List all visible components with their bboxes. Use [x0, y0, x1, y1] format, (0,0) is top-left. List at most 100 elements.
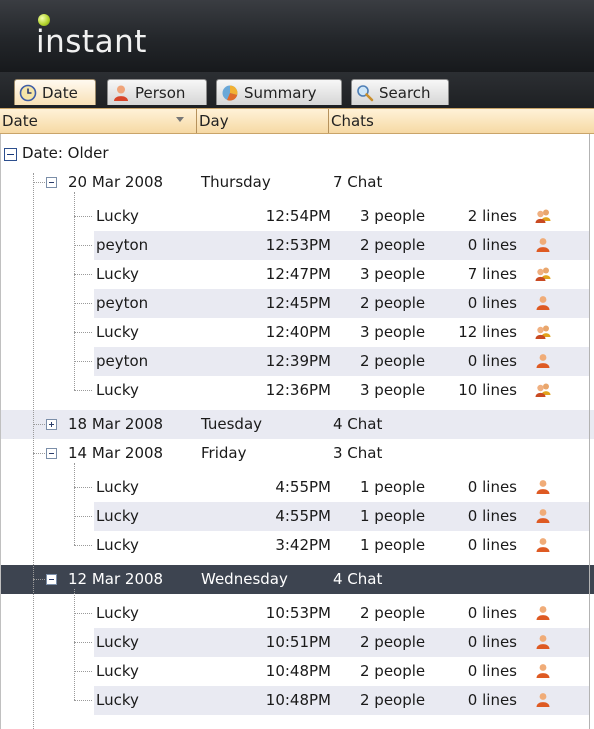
chat-contact-name: peyton — [96, 294, 149, 312]
person-icon — [114, 85, 128, 101]
date-group-row[interactable]: 20 Mar 2008 Thursday 7 Chat — [0, 168, 594, 197]
chat-contact-name: peyton — [96, 236, 149, 254]
person-icon — [536, 693, 550, 707]
tree-root-label: Date: Older — [22, 144, 109, 162]
tree-connector-v — [74, 589, 75, 700]
group-date: 12 Mar 2008 — [68, 570, 164, 588]
chat-line-count: 7 lines — [467, 265, 517, 283]
chat-row[interactable]: peyton 12:45PM 2 people 0 lines — [94, 289, 589, 318]
tree-connector-h — [74, 700, 92, 701]
chat-time: 12:54PM — [265, 207, 331, 225]
chat-time: 3:42PM — [275, 536, 331, 554]
chat-row[interactable]: Lucky 10:48PM 2 people 0 lines — [94, 686, 589, 715]
chat-row[interactable]: Lucky 10:53PM 2 people 0 lines — [94, 599, 589, 628]
chat-row[interactable]: peyton 12:53PM 2 people 0 lines — [94, 231, 589, 260]
collapse-icon[interactable] — [46, 448, 57, 459]
clock-icon — [19, 84, 37, 101]
chat-time: 12:45PM — [265, 294, 331, 312]
tree-connector-h — [74, 303, 92, 304]
column-day[interactable]: Day — [196, 109, 328, 133]
chat-contact-name: Lucky — [96, 633, 139, 651]
tree-connector-h — [74, 642, 92, 643]
chat-contact-name: Lucky — [96, 691, 139, 709]
chat-row[interactable]: Lucky 12:54PM 3 people 2 lines — [94, 202, 589, 231]
chat-row[interactable]: Lucky 4:55PM 1 people 0 lines — [94, 502, 589, 531]
tab-date[interactable]: Date — [14, 79, 96, 105]
chat-line-count: 0 lines — [467, 236, 517, 254]
tree-connector-v — [74, 192, 75, 390]
chat-time: 10:48PM — [265, 662, 331, 680]
chat-people-count: 1 people — [360, 507, 426, 525]
chat-contact-name: Lucky — [96, 265, 139, 283]
tab-label: Search — [379, 83, 431, 102]
chat-line-count: 0 lines — [467, 352, 517, 370]
chat-contact-name: Lucky — [96, 507, 139, 525]
group-date: 20 Mar 2008 — [68, 173, 164, 191]
date-group-row[interactable]: 14 Mar 2008 Friday 3 Chat — [0, 439, 594, 468]
chat-people-count: 2 people — [360, 236, 426, 254]
person-icon — [536, 354, 550, 368]
group-chat-count: 4 Chat — [333, 570, 383, 588]
column-chats[interactable]: Chats — [328, 109, 594, 133]
chat-row[interactable]: Lucky 4:55PM 1 people 0 lines — [94, 473, 589, 502]
chat-row[interactable]: peyton 12:39PM 2 people 0 lines — [94, 347, 589, 376]
chat-row[interactable]: Lucky 12:47PM 3 people 7 lines — [94, 260, 589, 289]
person-icon — [536, 664, 550, 678]
person-icon — [536, 238, 550, 252]
date-group-row[interactable]: 12 Mar 2008 Wednesday 4 Chat — [0, 565, 594, 594]
person-icon — [536, 480, 550, 494]
chat-people-count: 1 people — [360, 536, 426, 554]
chat-people-count: 3 people — [360, 265, 426, 283]
chat-row[interactable]: Lucky 10:51PM 2 people 0 lines — [94, 628, 589, 657]
chat-people-count: 2 people — [360, 604, 426, 622]
tab-label: Person — [135, 83, 186, 102]
tree-connector-group — [33, 579, 45, 580]
person-icon — [536, 296, 550, 310]
tree-connector-h — [74, 332, 92, 333]
collapse-icon[interactable] — [46, 177, 57, 188]
tab-person[interactable]: Person — [107, 79, 207, 105]
tree-connector-h — [74, 274, 92, 275]
group-date: 18 Mar 2008 — [68, 415, 164, 433]
tree-connector-group — [33, 453, 45, 454]
summary-icon — [222, 85, 238, 101]
column-date[interactable]: Date — [0, 109, 196, 133]
chat-row[interactable]: Lucky 3:42PM 1 people 0 lines — [94, 531, 589, 560]
tree-connector-h — [74, 216, 92, 217]
chat-line-count: 0 lines — [467, 604, 517, 622]
chat-time: 10:51PM — [265, 633, 331, 651]
title-bar: instant — [0, 0, 594, 72]
person-icon — [536, 509, 550, 523]
group-icon — [535, 209, 551, 223]
chat-line-count: 0 lines — [467, 662, 517, 680]
chat-row[interactable]: Lucky 10:48PM 2 people 0 lines — [94, 657, 589, 686]
tab-label: Summary — [244, 83, 317, 102]
collapse-icon[interactable] — [46, 574, 57, 585]
chat-time: 12:39PM — [265, 352, 331, 370]
tab-summary[interactable]: Summary — [216, 79, 342, 105]
chat-people-count: 3 people — [360, 381, 426, 399]
chat-contact-name: Lucky — [96, 323, 139, 341]
tab-search[interactable]: Search — [351, 79, 449, 105]
chat-people-count: 3 people — [360, 207, 426, 225]
chat-row[interactable]: Lucky 12:40PM 3 people 12 lines — [94, 318, 589, 347]
group-icon — [535, 325, 551, 339]
tree-connector-h — [74, 390, 92, 391]
right-frame-border — [589, 134, 590, 729]
group-day: Friday — [201, 444, 247, 462]
chat-contact-name: Lucky — [96, 604, 139, 622]
tree-connector-h — [74, 516, 92, 517]
chat-time: 12:36PM — [265, 381, 331, 399]
expand-icon[interactable] — [46, 419, 57, 430]
tree-root-row[interactable]: Date: Older — [0, 139, 594, 168]
app-logo: instant — [36, 24, 147, 60]
chat-time: 12:47PM — [265, 265, 331, 283]
tree-connector-group — [33, 182, 45, 183]
chat-time: 4:55PM — [275, 507, 331, 525]
chat-tree: Date: Older 20 Mar 2008 Thursday 7 Chat Luck… — [0, 134, 594, 729]
date-group-row[interactable]: 18 Mar 2008 Tuesday 4 Chat — [0, 410, 594, 439]
left-frame-border — [0, 134, 1, 729]
chat-row[interactable]: Lucky 12:36PM 3 people 10 lines — [94, 376, 589, 405]
collapse-icon[interactable] — [4, 148, 17, 161]
chat-people-count: 2 people — [360, 662, 426, 680]
